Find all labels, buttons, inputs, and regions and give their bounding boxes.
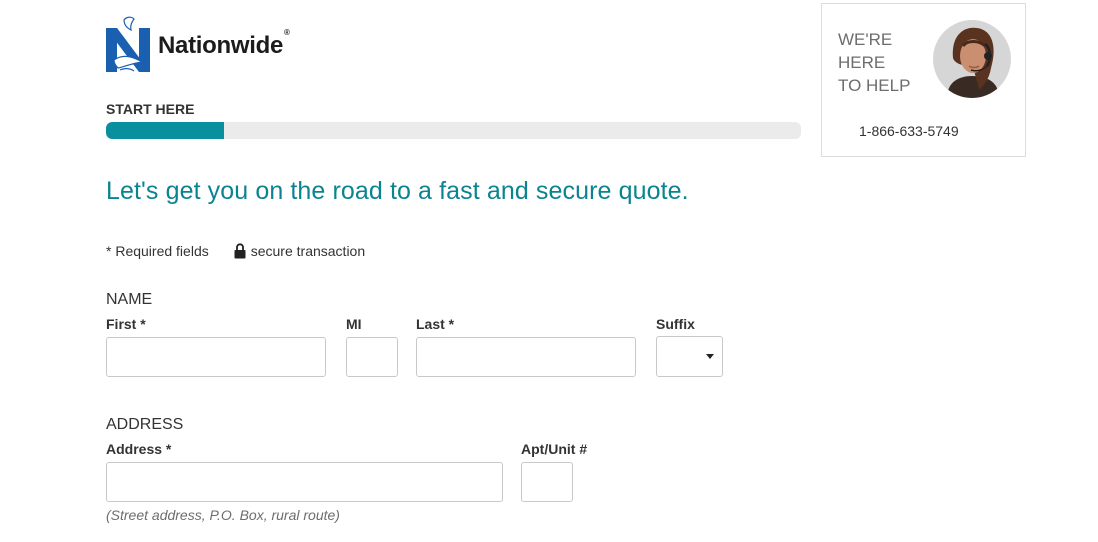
- middle-initial-label: MI: [346, 316, 362, 332]
- help-heading-line: TO HELP: [838, 76, 911, 95]
- support-agent-avatar: [933, 20, 1011, 98]
- secure-transaction-label: secure transaction: [250, 243, 366, 259]
- form-meta: * Required fields secure transaction: [106, 243, 365, 259]
- last-name-input[interactable]: [416, 337, 636, 377]
- address-label: Address *: [106, 441, 172, 457]
- last-name-label: Last *: [416, 316, 455, 332]
- required-fields-note: * Required fields: [106, 243, 209, 259]
- page-headline: Let's get you on the road to a fast and …: [106, 177, 689, 205]
- first-name-input[interactable]: [106, 337, 326, 377]
- name-section-title: NAME: [106, 291, 153, 308]
- progress-fill: [106, 122, 225, 139]
- lock-icon: [234, 243, 246, 259]
- first-name-label: First *: [106, 316, 146, 332]
- registered-mark: ®: [284, 28, 290, 37]
- middle-initial-input[interactable]: [346, 337, 398, 377]
- eagle-n-logo-icon: [106, 16, 150, 72]
- suffix-label: Suffix: [656, 316, 695, 332]
- secure-transaction: secure transaction: [234, 243, 365, 259]
- nationwide-logo[interactable]: Nationwide®: [106, 16, 290, 76]
- headset-agent-icon: [933, 20, 1011, 98]
- help-heading-line: WE'RE: [838, 30, 893, 49]
- help-heading: WE'RE HERE TO HELP: [838, 28, 910, 97]
- apt-unit-input[interactable]: [521, 462, 573, 502]
- address-section-title: ADDRESS: [106, 416, 184, 433]
- brand-wordmark: Nationwide®: [158, 28, 290, 59]
- help-phone-number[interactable]: 1-866-633-5749: [822, 123, 1025, 139]
- help-panel: WE'RE HERE TO HELP 1-866-633-5749: [821, 3, 1026, 157]
- address-hint: (Street address, P.O. Box, rural route): [106, 507, 340, 523]
- apt-unit-label: Apt/Unit #: [521, 441, 588, 457]
- suffix-select[interactable]: [656, 336, 723, 377]
- street-address-input[interactable]: [106, 462, 503, 502]
- progress-bar: [106, 122, 801, 139]
- help-heading-line: HERE: [838, 53, 886, 72]
- dropdown-arrow-icon: [706, 354, 714, 359]
- progress-label: START HERE: [106, 101, 195, 117]
